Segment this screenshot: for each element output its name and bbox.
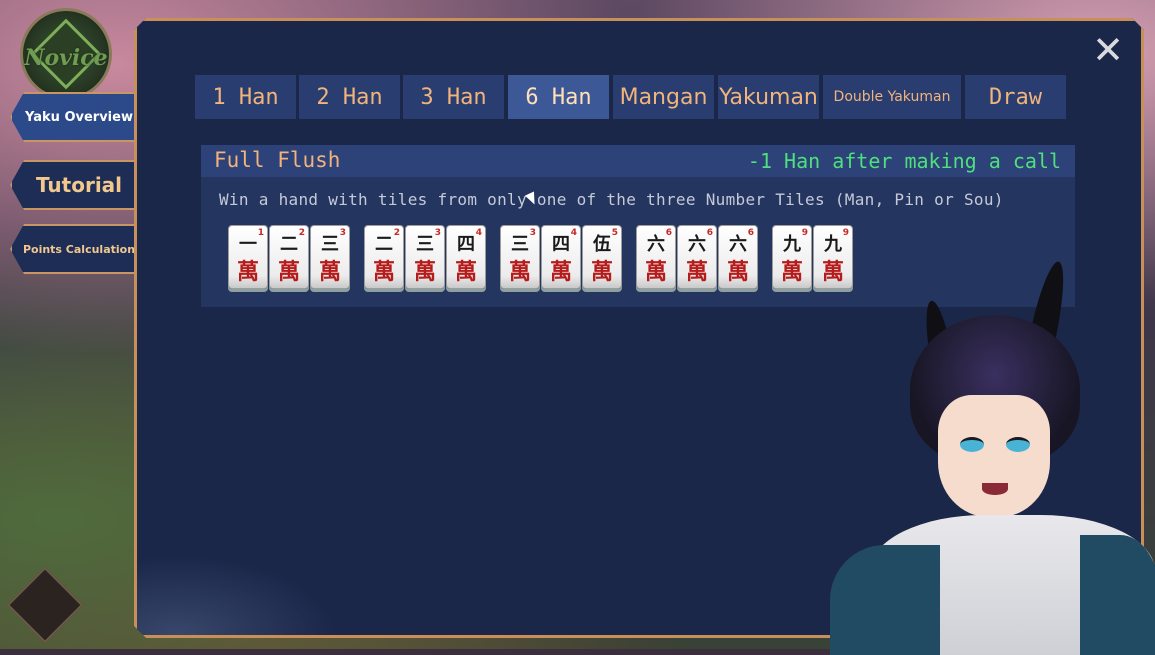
left-eye-icon bbox=[960, 437, 984, 452]
mahjong-tile: 四萬4 bbox=[541, 225, 581, 289]
mahjong-tile: 三萬3 bbox=[500, 225, 540, 289]
tab-1-han[interactable]: 1 Han bbox=[195, 75, 296, 119]
tile-index: 2 bbox=[393, 228, 400, 238]
yaku-name: Full Flush bbox=[214, 148, 341, 172]
mahjong-tile: 九萬9 bbox=[772, 225, 812, 289]
sidebar-item-label: Points Calculation bbox=[22, 242, 136, 256]
avatar-jacket-right bbox=[1080, 535, 1155, 655]
tile-suit: 萬 bbox=[685, 259, 708, 285]
sidebar-item-label: Tutorial bbox=[35, 173, 123, 197]
tile-suit: 萬 bbox=[508, 259, 531, 285]
tile-index: 3 bbox=[339, 228, 346, 238]
close-icon[interactable]: ✕ bbox=[1090, 31, 1126, 69]
tile-suit: 萬 bbox=[590, 259, 613, 285]
tile-suit: 萬 bbox=[277, 259, 300, 285]
yaku-header: Full Flush -1 Han after making a call bbox=[201, 145, 1075, 177]
tile-index: 9 bbox=[801, 228, 808, 238]
tile-index: 1 bbox=[257, 228, 264, 238]
tile-index: 2 bbox=[298, 228, 305, 238]
mahjong-tile: 三萬3 bbox=[310, 225, 350, 289]
tab-draw[interactable]: Draw bbox=[965, 75, 1066, 119]
sidebar-item-label: Yaku Overview bbox=[25, 109, 133, 125]
mahjong-tile: 六萬6 bbox=[718, 225, 758, 289]
mouth-icon bbox=[982, 483, 1008, 495]
sidebar-item-yaku-overview[interactable]: Yaku Overview bbox=[10, 92, 138, 142]
tab-3-han[interactable]: 3 Han bbox=[403, 75, 504, 119]
tile-suit: 萬 bbox=[644, 259, 667, 285]
mahjong-tile: 六萬6 bbox=[677, 225, 717, 289]
tile-index: 9 bbox=[842, 228, 849, 238]
yaku-han-note: -1 Han after making a call bbox=[747, 149, 1061, 173]
yaku-description: Win a hand with tiles from only one of t… bbox=[219, 190, 1004, 209]
mahjong-tile: 二萬2 bbox=[364, 225, 404, 289]
tab-2-han[interactable]: 2 Han bbox=[299, 75, 400, 119]
vtuber-avatar bbox=[830, 245, 1155, 655]
tile-index: 6 bbox=[665, 228, 672, 238]
mahjong-tile: 四萬4 bbox=[446, 225, 486, 289]
tile-index: 3 bbox=[529, 228, 536, 238]
tile-index: 3 bbox=[434, 228, 441, 238]
tile-suit: 萬 bbox=[236, 259, 259, 285]
tile-suit: 萬 bbox=[318, 259, 341, 285]
tab-yakuman[interactable]: Yakuman bbox=[718, 75, 819, 119]
tile-index: 6 bbox=[706, 228, 713, 238]
wave-decoration bbox=[137, 555, 337, 635]
mahjong-tile: 伍萬5 bbox=[582, 225, 622, 289]
tile-suit: 萬 bbox=[413, 259, 436, 285]
tile-index: 6 bbox=[747, 228, 754, 238]
tile-suit: 萬 bbox=[372, 259, 395, 285]
tile-suit: 萬 bbox=[549, 259, 572, 285]
sidebar-item-points-calculation[interactable]: Points Calculation bbox=[10, 224, 138, 274]
tile-suit: 萬 bbox=[780, 259, 803, 285]
mahjong-tile: 二萬2 bbox=[269, 225, 309, 289]
tile-suit: 萬 bbox=[726, 259, 749, 285]
tile-index: 5 bbox=[611, 228, 618, 238]
tile-index: 4 bbox=[570, 228, 577, 238]
tile-suit: 萬 bbox=[454, 259, 477, 285]
tile-index: 4 bbox=[475, 228, 482, 238]
tab-mangan[interactable]: Mangan bbox=[613, 75, 714, 119]
tab-6-han[interactable]: 6 Han bbox=[508, 75, 609, 119]
avatar-jacket-left bbox=[830, 545, 940, 655]
avatar-face bbox=[938, 395, 1050, 517]
rank-label: Novice bbox=[24, 45, 108, 71]
mahjong-tile: 一萬1 bbox=[228, 225, 268, 289]
right-eye-icon bbox=[1006, 437, 1030, 452]
sidebar-item-tutorial[interactable]: Tutorial bbox=[10, 160, 138, 210]
mahjong-tile: 三萬3 bbox=[405, 225, 445, 289]
tab-double-yakuman[interactable]: Double Yakuman bbox=[823, 75, 961, 119]
rank-badge: Novice bbox=[20, 8, 112, 100]
mahjong-tile: 六萬6 bbox=[636, 225, 676, 289]
